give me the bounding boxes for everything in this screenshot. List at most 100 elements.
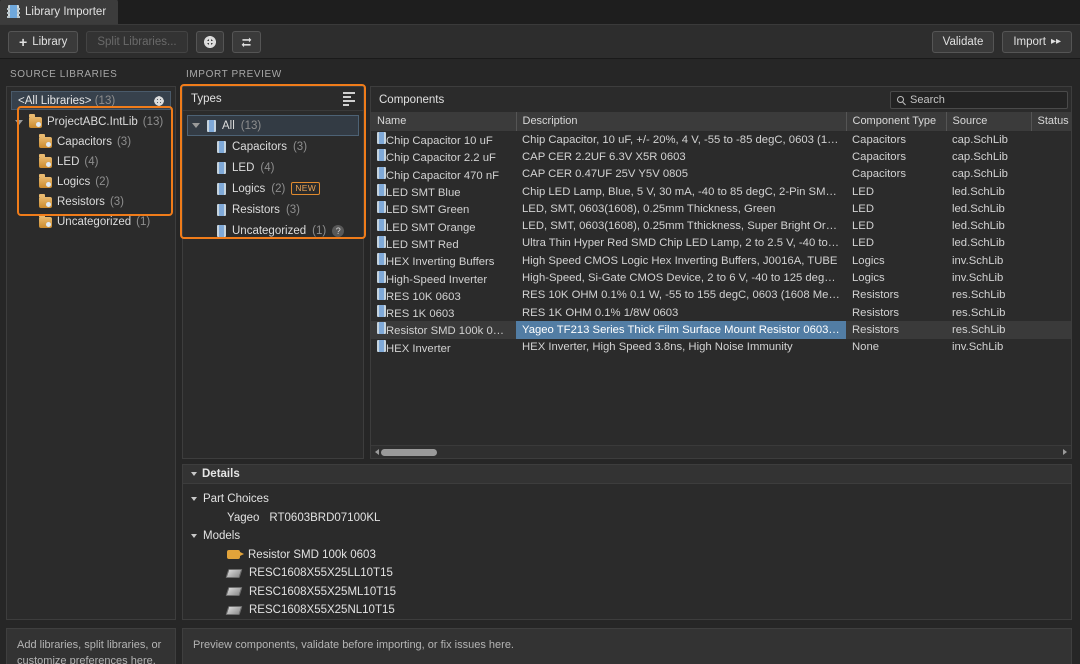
table-row[interactable]: HEX Inverter HEX Inverter, High Speed 3.8… [371,339,1071,356]
horizontal-scrollbar[interactable] [371,445,1071,458]
table-row[interactable]: High-Speed Inverter High-Speed, Si-Gate C… [371,269,1071,286]
library-folder-icon [39,193,52,208]
library-folder-icon [39,133,52,148]
column-header-source[interactable]: Source [946,112,1032,132]
table-row[interactable]: Chip Capacitor 10 uF Chip Capacitor, 10 u… [371,131,1071,148]
cell-source: led.SchLib [952,237,1005,250]
source-libraries-hint-text: Add libraries, split libraries, or custo… [17,639,162,664]
validate-button[interactable]: Validate [931,30,995,53]
column-header-status[interactable]: Status [1031,112,1071,132]
scrollbar-thumb[interactable] [381,448,437,456]
type-item-capacitors[interactable]: Capacitors (3) [183,136,363,157]
table-row[interactable]: LED SMT Red Ultra Thin Hyper Red SMD Chip… [371,235,1071,252]
panel-layout-icon[interactable] [343,91,355,106]
cell-status [1031,131,1071,148]
cell-description: Ultra Thin Hyper Red SMD Chip LED Lamp, … [522,237,846,250]
column-header-component-type[interactable]: Component Type [846,112,947,132]
scrollbar-track[interactable] [379,448,1063,457]
component-icon [377,339,386,352]
tree-item-count: (4) [84,156,99,168]
type-item-logics[interactable]: Logics (2) NEW [183,178,363,199]
tree-item-count: (3) [116,136,132,148]
library-folder-icon [29,113,42,128]
refresh-button[interactable] [231,30,261,53]
tree-item-projectabc[interactable]: ProjectABC.IntLib (13) [7,112,175,132]
component-icon [217,140,226,153]
type-item-resistors[interactable]: Resistors (3) [183,199,363,220]
tree-item-label: Uncategorized [57,216,132,228]
all-libraries-row[interactable]: <All Libraries> (13) [11,91,171,110]
all-libraries-gear-icon[interactable] [154,95,164,106]
type-item-label: LED [232,161,255,174]
tree-item-count: (2) [95,176,110,188]
import-button[interactable]: Import ▸▸ [1002,30,1072,53]
types-header: Types [183,87,363,111]
part-choice-row[interactable]: Yageo RT0603BRD07100KL [191,509,1071,528]
models-label: Models [203,530,241,543]
table-row[interactable]: LED SMT Blue Chip LED Lamp, Blue, 5 V, 30… [371,183,1071,200]
column-header-name[interactable]: Name [371,112,517,132]
details-part-choices-group[interactable]: Part Choices [191,490,1071,509]
cell-name: Chip Capacitor 2.2 uF [371,148,516,165]
cell-type: Resistors [852,289,900,302]
cell-description: CAP CER 0.47UF 25V Y5V 0805 [522,168,688,181]
table-row[interactable]: RES 1K 0603 RES 1K OHM 0.1% 1/8W 0603 Resi… [371,304,1071,321]
table-row[interactable]: Chip Capacitor 2.2 uF CAP CER 2.2UF 6.3V … [371,148,1071,165]
tree-item-led[interactable]: LED (4) [7,152,175,172]
table-row[interactable]: Chip Capacitor 470 nF CAP CER 0.47UF 25V … [371,166,1071,183]
component-icon [377,322,386,335]
chevron-down-icon[interactable] [191,534,197,539]
chevron-down-icon[interactable] [191,472,197,476]
search-input[interactable]: Search [890,90,1068,109]
chevron-down-icon[interactable] [15,119,23,125]
type-item-uncategorized[interactable]: Uncategorized (1) ? [183,220,363,241]
chevron-down-icon[interactable] [192,123,200,128]
cell-source: led.SchLib [952,185,1005,198]
table-row[interactable]: RES 10K 0603 RES 10K OHM 0.1% 0.1 W, -55 … [371,287,1071,304]
details-header[interactable]: Details [182,464,1072,484]
table-row[interactable]: LED SMT Orange LED, SMT, 0603(1608), 0.25… [371,217,1071,234]
table-row[interactable]: LED SMT Green LED, SMT, 0603(1608), 0.25m… [371,200,1071,217]
details-models-group[interactable]: Models [191,527,1071,546]
footprint-icon [225,568,243,578]
component-icon [377,184,386,197]
model-row-footprint[interactable]: RESC1608X55X25ML10T15 [191,583,1071,602]
tab-label: Library Importer [25,5,107,18]
part-choice-vendor: Yageo [227,511,260,524]
footprint-icon [225,605,243,615]
type-item-count: (3) [292,140,308,153]
import-preview-section-label: IMPORT PREVIEW [186,69,282,80]
model-row-footprint[interactable]: RESC1608X55X25NL10T15 [191,601,1071,619]
tab-strip: Library Importer [0,0,1080,25]
chevron-down-icon[interactable] [191,497,197,502]
type-item-all[interactable]: All (13) [187,115,359,136]
model-row-footprint[interactable]: RESC1608X55X25LL10T15 [191,564,1071,583]
scroll-right-arrow-icon[interactable] [1063,449,1067,455]
cell-description: HEX Inverter, High Speed 3.8ns, High Noi… [522,341,793,354]
tab-library-importer[interactable]: Library Importer [0,0,119,24]
type-item-led[interactable]: LED (4) [183,157,363,178]
toolbar: + Library Split Libraries... Validate Im… [0,25,1080,59]
model-row-symbol[interactable]: Resistor SMD 100k 0603 [191,546,1071,565]
cell-source: res.SchLib [952,306,1006,319]
tree-item-resistors[interactable]: Resistors (3) [7,192,175,212]
tree-item-uncategorized[interactable]: Uncategorized (1) [7,212,175,232]
table-row-selected[interactable]: Resistor SMD 100k 0603 Yageo TF213 Series… [371,321,1071,339]
component-icon [377,132,386,145]
split-libraries-button[interactable]: Split Libraries... [86,30,188,53]
tree-item-capacitors[interactable]: Capacitors (3) [7,132,175,152]
component-icon [377,253,386,266]
column-header-description[interactable]: Description [516,112,847,132]
tree-item-logics[interactable]: Logics (2) [7,172,175,192]
table-row[interactable]: HEX Inverting Buffers High Speed CMOS Log… [371,252,1071,269]
cell-source: cap.SchLib [952,168,1008,181]
cell-type: LED [852,202,874,215]
cell-type: Capacitors [852,168,906,181]
sync-icon [241,37,251,48]
add-library-button[interactable]: + Library [8,30,79,53]
settings-button[interactable] [195,30,224,53]
cell-status [1031,217,1071,234]
help-icon[interactable]: ? [332,224,345,237]
import-label: Import [1013,35,1046,48]
type-item-count: (2) [271,182,286,195]
